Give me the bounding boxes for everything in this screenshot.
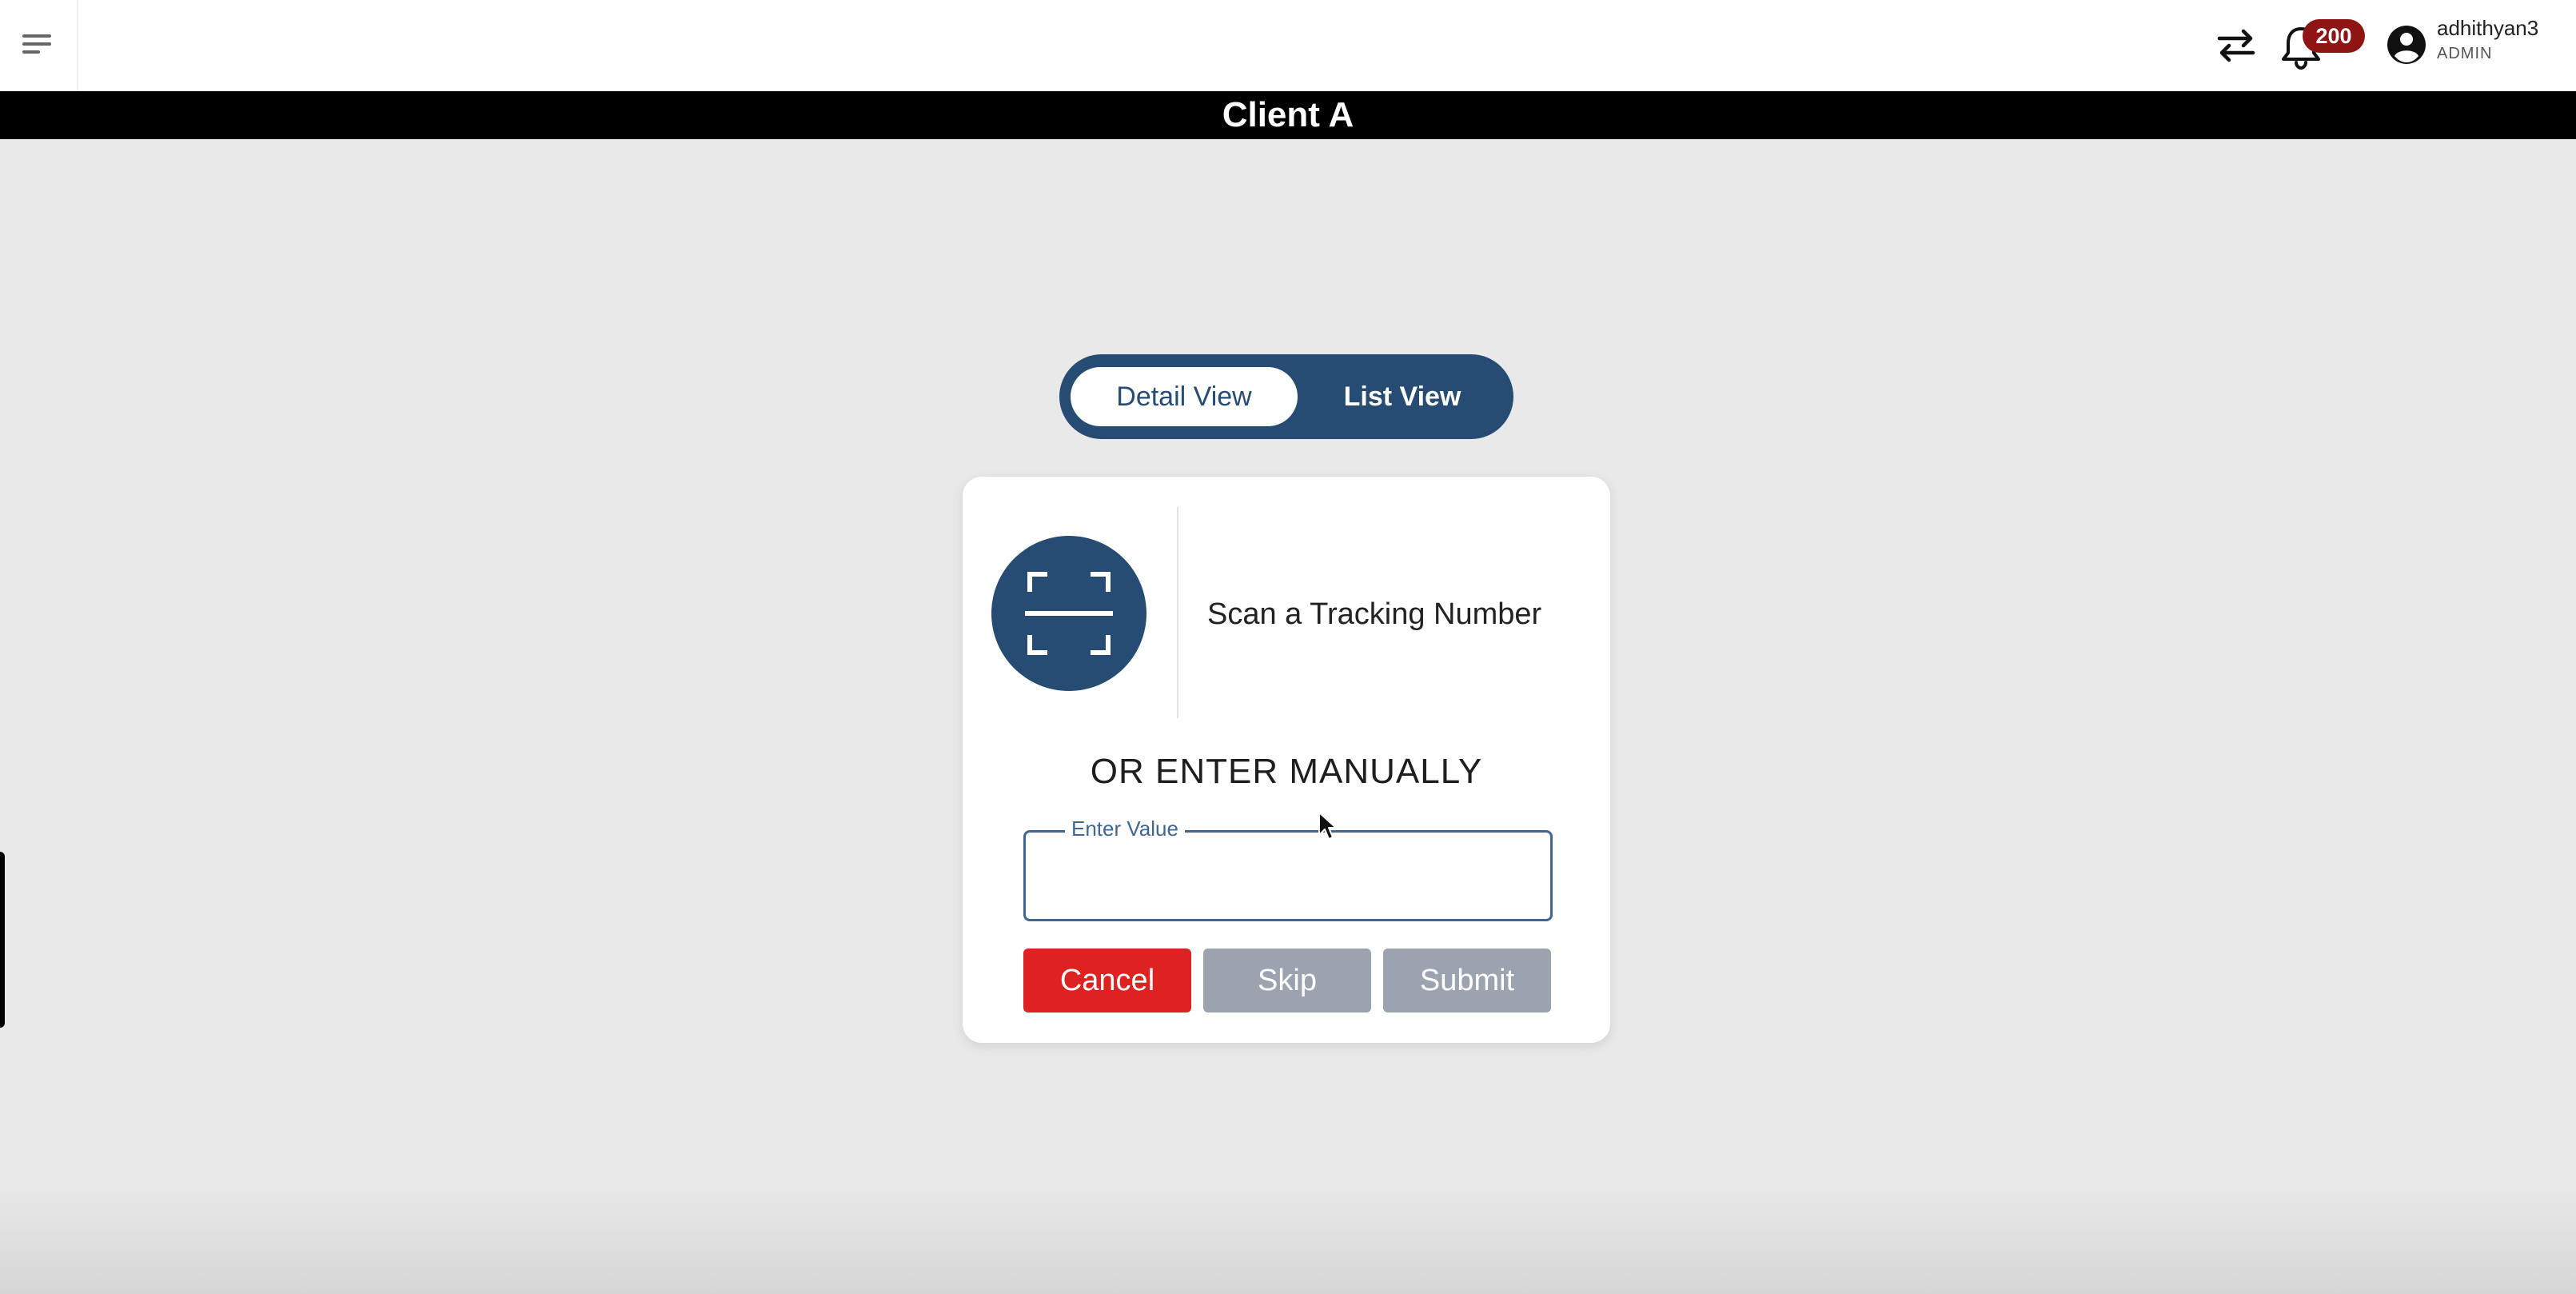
menu-button[interactable] xyxy=(0,0,78,91)
tab-list-view[interactable]: List View xyxy=(1302,367,1502,426)
submit-button[interactable]: Submit xyxy=(1383,949,1551,1012)
user-name: adhithyan3 xyxy=(2437,16,2539,40)
value-field: Enter Value xyxy=(1023,816,1553,921)
cancel-button[interactable]: Cancel xyxy=(1023,949,1191,1012)
manual-entry-heading: OR ENTER MANUALLY xyxy=(1090,752,1483,791)
top-app-bar: 200 adhithyan3 ADMIN xyxy=(0,0,2576,91)
mouse-pointer-icon xyxy=(1318,812,1337,840)
card-divider xyxy=(1177,507,1178,718)
value-input-label: Enter Value xyxy=(1065,816,1185,841)
scan-button[interactable] xyxy=(991,536,1146,691)
scan-card: Scan a Tracking Number OR ENTER MANUALLY… xyxy=(963,477,1610,1043)
view-toggle: Detail View List View xyxy=(1059,354,1513,439)
edge-frame xyxy=(0,852,5,1028)
user-role: ADMIN xyxy=(2437,45,2493,62)
skip-button[interactable]: Skip xyxy=(1203,949,1371,1012)
client-name-banner: Client A xyxy=(0,91,2576,139)
account-circle-icon[interactable] xyxy=(2386,24,2427,66)
value-input[interactable] xyxy=(1023,830,1553,921)
notifications-button[interactable]: 200 xyxy=(2280,19,2365,70)
menu-icon xyxy=(22,34,51,54)
scan-label[interactable]: Scan a Tracking Number xyxy=(1207,595,1599,633)
user-info[interactable]: adhithyan3 ADMIN xyxy=(2437,14,2573,66)
tab-detail-view[interactable]: Detail View xyxy=(1071,367,1298,426)
notification-count-badge: 200 xyxy=(2303,19,2365,53)
swap-arrows-icon[interactable] xyxy=(2215,24,2258,67)
barcode-scan-icon xyxy=(1025,572,1113,655)
